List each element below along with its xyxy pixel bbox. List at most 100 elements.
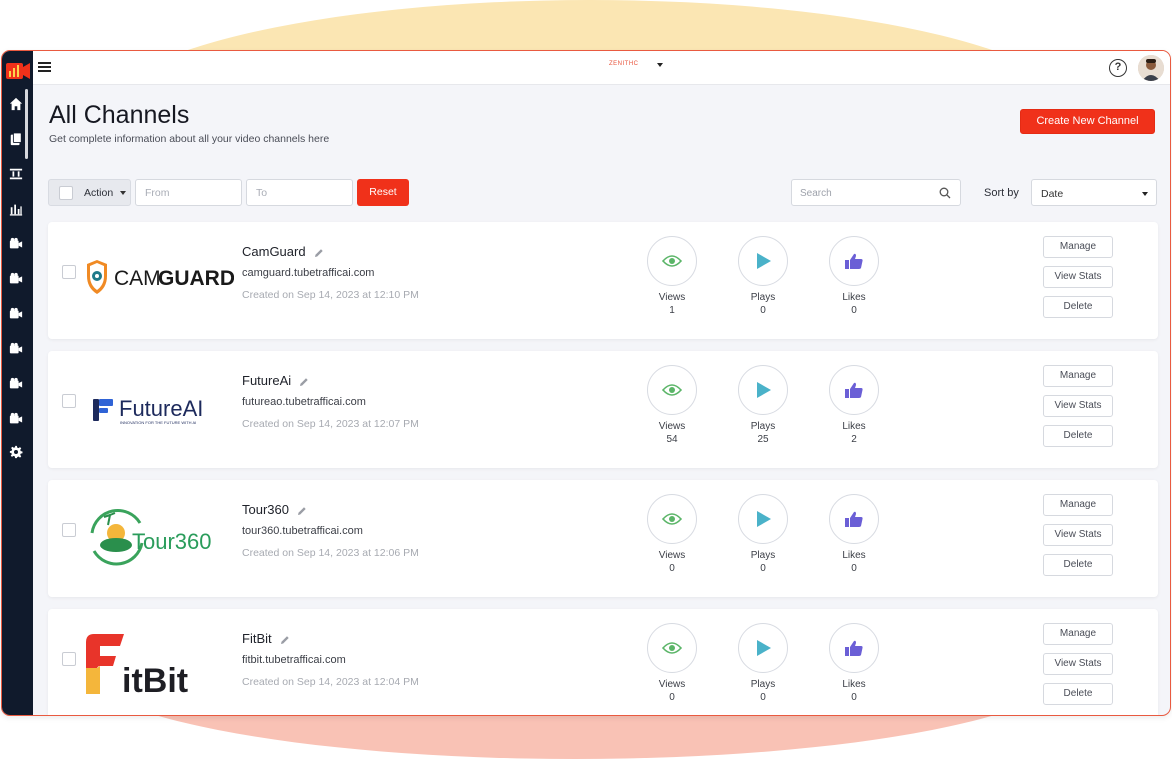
manage-button[interactable]: Manage	[1043, 494, 1113, 516]
likes-stat: Likes 0	[829, 236, 879, 316]
channel-url: futureao.tubetrafficai.com	[242, 396, 366, 408]
channel-created-date: Created on Sep 14, 2023 at 12:06 PM	[242, 547, 419, 559]
plays-circle	[738, 623, 788, 673]
channel-card: Tour360 Tour360 tour360.tubetrafficai.co…	[48, 480, 1158, 597]
sidebar-item-video-6[interactable]	[8, 411, 24, 427]
plays-circle	[738, 494, 788, 544]
sidebar-item-settings[interactable]	[8, 444, 24, 460]
likes-count: 0	[851, 692, 857, 703]
svg-text:CAM: CAM	[114, 267, 161, 290]
view-stats-button[interactable]: View Stats	[1043, 266, 1113, 288]
avatar[interactable]	[1138, 55, 1164, 81]
views-circle	[647, 365, 697, 415]
channel-created-date: Created on Sep 14, 2023 at 12:10 PM	[242, 289, 419, 301]
views-stat: Views 1	[647, 236, 697, 316]
search-icon[interactable]	[939, 187, 951, 199]
view-stats-button[interactable]: View Stats	[1043, 653, 1113, 675]
view-stats-button[interactable]: View Stats	[1043, 395, 1113, 417]
delete-button[interactable]: Delete	[1043, 554, 1113, 576]
reset-button[interactable]: Reset	[357, 179, 409, 206]
plays-stat: Plays 0	[738, 236, 788, 316]
views-circle	[647, 623, 697, 673]
search-input[interactable]	[800, 186, 930, 200]
manage-button[interactable]: Manage	[1043, 623, 1113, 645]
edit-pencil-icon[interactable]	[280, 635, 290, 645]
sort-select[interactable]: Date	[1031, 179, 1157, 206]
likes-label: Likes	[842, 679, 866, 690]
channel-logo: Tour360	[84, 500, 234, 572]
plays-count: 0	[760, 305, 766, 316]
to-date-input[interactable]	[246, 179, 353, 206]
likes-stat: Likes 2	[829, 365, 879, 445]
bulk-action-dropdown[interactable]: Action	[48, 179, 131, 206]
views-count: 0	[669, 563, 675, 574]
video-icon	[9, 377, 23, 389]
sidebar-scrollbar[interactable]	[25, 89, 28, 159]
channel-checkbox[interactable]	[62, 394, 76, 408]
sidebar-item-video-5[interactable]	[8, 376, 24, 392]
page-title: All Channels	[49, 101, 190, 129]
hamburger-menu-icon[interactable]	[38, 62, 51, 73]
views-count: 0	[669, 692, 675, 703]
fitbit-logo: itBit	[86, 634, 188, 698]
likes-circle	[829, 365, 879, 415]
views-stat: Views 0	[647, 494, 697, 574]
thumbs-up-icon	[845, 511, 863, 527]
likes-stat: Likes 0	[829, 623, 879, 703]
plays-stat: Plays 0	[738, 623, 788, 703]
create-new-channel-button[interactable]: Create New Channel	[1020, 109, 1155, 134]
views-label: Views	[658, 292, 686, 303]
views-circle	[647, 236, 697, 286]
sort-value: Date	[1041, 188, 1064, 200]
channel-checkbox[interactable]	[62, 265, 76, 279]
video-icon	[9, 342, 23, 354]
manage-button[interactable]: Manage	[1043, 365, 1113, 387]
views-label: Views	[658, 550, 686, 561]
thumbs-up-icon	[845, 382, 863, 398]
likes-count: 0	[851, 305, 857, 316]
sidebar-item-home[interactable]	[8, 96, 24, 112]
brand-selector[interactable]: ZENITHC	[609, 61, 663, 67]
delete-button[interactable]: Delete	[1043, 683, 1113, 705]
help-icon[interactable]: ?	[1109, 59, 1127, 77]
select-all-checkbox[interactable]	[59, 186, 73, 200]
plays-label: Plays	[750, 421, 776, 432]
sidebar-item-video-3[interactable]	[8, 306, 24, 322]
sort-by-label: Sort by	[984, 187, 1019, 199]
channel-card: itBit FitBit fitbit.tubetrafficai.com Cr…	[48, 609, 1158, 715]
svg-text:INNOVATION FOR THE FUTURE WITH: INNOVATION FOR THE FUTURE WITH AI	[120, 420, 196, 425]
sidebar-item-video-4[interactable]	[8, 341, 24, 357]
view-stats-button[interactable]: View Stats	[1043, 524, 1113, 546]
edit-pencil-icon[interactable]	[299, 377, 309, 387]
delete-button[interactable]: Delete	[1043, 425, 1113, 447]
sidebar-item-analytics[interactable]	[8, 201, 24, 217]
plays-label: Plays	[750, 679, 776, 690]
plays-count: 0	[760, 692, 766, 703]
video-icon	[9, 237, 23, 249]
home-icon	[9, 97, 23, 111]
plays-circle	[738, 365, 788, 415]
svg-text:FutureAI: FutureAI	[119, 396, 203, 421]
likes-count: 0	[851, 563, 857, 574]
edit-pencil-icon[interactable]	[297, 506, 307, 516]
manage-button[interactable]: Manage	[1043, 236, 1113, 258]
svg-text:itBit: itBit	[122, 662, 188, 698]
delete-button[interactable]: Delete	[1043, 296, 1113, 318]
sidebar-item-video-1[interactable]	[8, 236, 24, 252]
layout-icon	[9, 168, 23, 180]
top-bar: ZENITHC ?	[33, 51, 1170, 85]
sidebar-item-pages[interactable]	[8, 131, 24, 147]
svg-text:GUARD: GUARD	[158, 267, 234, 290]
sidebar-item-video-2[interactable]	[8, 271, 24, 287]
sidebar-item-layout[interactable]	[8, 166, 24, 182]
channel-checkbox[interactable]	[62, 523, 76, 537]
app-logo[interactable]	[6, 61, 30, 81]
channel-checkbox[interactable]	[62, 652, 76, 666]
views-count: 1	[669, 305, 675, 316]
app-window: ZENITHC ? All Channels Get complete info…	[1, 50, 1171, 716]
views-circle	[647, 494, 697, 544]
from-date-input[interactable]	[135, 179, 242, 206]
channel-name: CamGuard	[242, 244, 306, 259]
pages-icon	[10, 132, 22, 146]
edit-pencil-icon[interactable]	[314, 248, 324, 258]
